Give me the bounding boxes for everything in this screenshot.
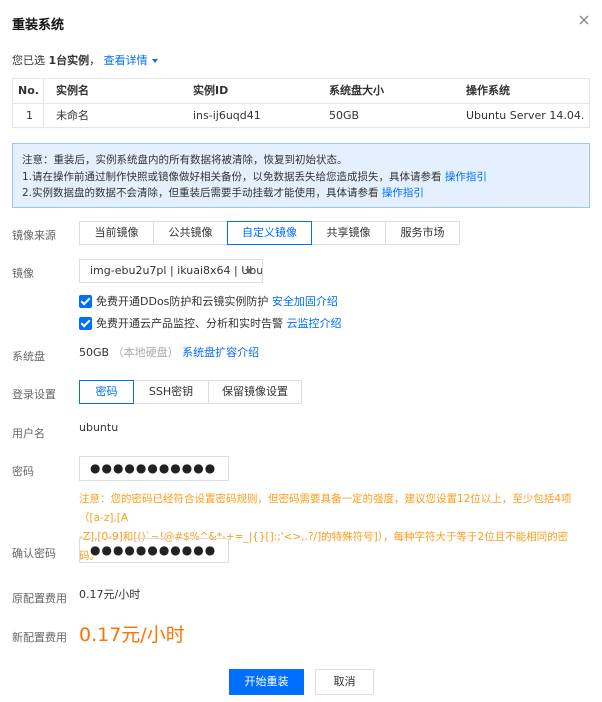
table-header: No. 实例名 实例ID 系统盘大小 操作系统 — [13, 79, 589, 104]
notice-line-3-text: 2.实例数据盘的数据不会清除，但重装后需要手动挂载才能使用，具体请参看 — [22, 187, 379, 199]
cloud-monitor-link[interactable]: 云监控介绍 — [287, 317, 342, 330]
original-cost-value: 0.17元/小时 — [79, 588, 141, 601]
cell-disk: 50GB — [329, 109, 360, 122]
dialog-title: 重装系统 — [12, 18, 65, 33]
username-label: 用户名 — [12, 427, 45, 440]
notice-box: 注意：重装后，实例系统盘内的所有数据将被清除，恢复到初始状态。 1.请在操作前通… — [12, 143, 590, 208]
image-source-selector: 当前镜像 公共镜像 自定义镜像 共享镜像 服务市场 — [79, 221, 460, 245]
cell-name: 未命名 — [56, 109, 89, 122]
ddos-option: 免费开通DDos防护和云镜实例防护 安全加固介绍 — [79, 293, 338, 309]
monitor-text: 免费开通云产品监控、分析和实时告警 — [96, 317, 283, 330]
system-disk-size: 50GB — [79, 346, 110, 359]
selection-count: 1台实例 — [48, 54, 90, 67]
monitor-option: 免费开通云产品监控、分析和实时告警 云监控介绍 — [79, 315, 342, 331]
login-ssh-key-option[interactable]: SSH密钥 — [133, 380, 209, 404]
operation-guide-link-2[interactable]: 操作指引 — [382, 187, 424, 199]
system-disk-type: （本地硬盘） — [112, 346, 179, 359]
login-password-option[interactable]: 密码 — [79, 380, 134, 404]
caret-down-icon[interactable] — [151, 59, 158, 63]
cell-no: 1 — [26, 109, 33, 122]
password-input[interactable]: ●●●●●●●●●●● — [79, 456, 229, 481]
confirm-password-label: 确认密码 — [12, 547, 56, 560]
image-source-shared[interactable]: 共享镜像 — [311, 221, 386, 245]
image-select[interactable]: img-ebu2u7pl | ikuai8x64 | Ubun — [79, 259, 263, 283]
new-cost-value: 0.17元/小时 — [79, 624, 185, 646]
monitor-checkbox[interactable] — [79, 317, 92, 330]
view-details-link[interactable]: 查看详情 — [104, 54, 148, 67]
ddos-text: 免费开通DDos防护和云镜实例防护 — [96, 295, 269, 308]
notice-line-2: 1.请在操作前通过制作快照或镜像做好相关备份，以免数据丢失给您造成损失，具体请参… — [22, 169, 580, 186]
selection-prefix: 您已选 — [12, 54, 45, 67]
image-source-marketplace[interactable]: 服务市场 — [385, 221, 460, 245]
cancel-button[interactable]: 取消 — [315, 669, 374, 695]
start-reinstall-button[interactable]: 开始重装 — [229, 669, 304, 695]
column-header-id: 实例ID — [193, 84, 229, 97]
security-hardening-link[interactable]: 安全加固介绍 — [272, 295, 338, 308]
column-header-os: 操作系统 — [466, 84, 510, 97]
instance-table: No. 实例名 实例ID 系统盘大小 操作系统 1 未命名 ins-ij6uqd… — [12, 78, 590, 128]
confirm-password-input[interactable]: ●●●●●●●●●●● — [79, 538, 229, 563]
password-warning-line-1: 注意：您的密码已经符合设置密码规则，但密码需要具备一定的强度，建议您设置12位以… — [79, 493, 572, 524]
system-disk-value: 50GB （本地硬盘） 系统盘扩容介绍 — [79, 344, 259, 360]
new-cost-label: 新配置费用 — [12, 631, 67, 644]
table-row: 1 未命名 ins-ij6uqd41 50GB Ubuntu Server 14… — [13, 104, 589, 128]
image-source-custom[interactable]: 自定义镜像 — [227, 221, 312, 245]
image-source-public[interactable]: 公共镜像 — [153, 221, 228, 245]
original-cost-label: 原配置费用 — [12, 592, 67, 605]
image-source-label: 镜像来源 — [12, 229, 56, 242]
login-settings-label: 登录设置 — [12, 388, 56, 401]
close-icon[interactable] — [578, 14, 590, 26]
password-label: 密码 — [12, 465, 34, 478]
column-header-disk: 系统盘大小 — [329, 84, 384, 97]
username-value: ubuntu — [79, 421, 119, 434]
column-header-no: No. — [18, 84, 39, 97]
cell-id: ins-ij6uqd41 — [193, 109, 261, 122]
cell-os: Ubuntu Server 14.04.... — [466, 109, 584, 122]
login-keep-image-option[interactable]: 保留镜像设置 — [208, 380, 302, 404]
notice-line-1: 注意：重装后，实例系统盘内的所有数据将被清除，恢复到初始状态。 — [22, 154, 348, 166]
ddos-checkbox[interactable] — [79, 295, 92, 308]
notice-line-2-text: 1.请在操作前通过制作快照或镜像做好相关备份，以免数据丢失给您造成损失，具体请参… — [22, 170, 442, 183]
chevron-down-icon — [245, 269, 253, 274]
operation-guide-link[interactable]: 操作指引 — [445, 171, 487, 183]
disk-expansion-link[interactable]: 系统盘扩容介绍 — [182, 346, 259, 359]
image-source-current[interactable]: 当前镜像 — [79, 221, 154, 245]
image-select-value: img-ebu2u7pl | ikuai8x64 | Ubun — [90, 264, 263, 277]
system-disk-label: 系统盘 — [12, 350, 45, 363]
selection-summary: 您已选 1台实例， 查看详情 — [12, 52, 158, 68]
image-label: 镜像 — [12, 267, 34, 280]
login-method-selector: 密码 SSH密钥 保留镜像设置 — [79, 380, 302, 404]
column-header-name: 实例名 — [56, 84, 89, 97]
notice-line-3: 2.实例数据盘的数据不会清除，但重装后需要手动挂载才能使用，具体请参看 操作指引 — [22, 185, 580, 202]
